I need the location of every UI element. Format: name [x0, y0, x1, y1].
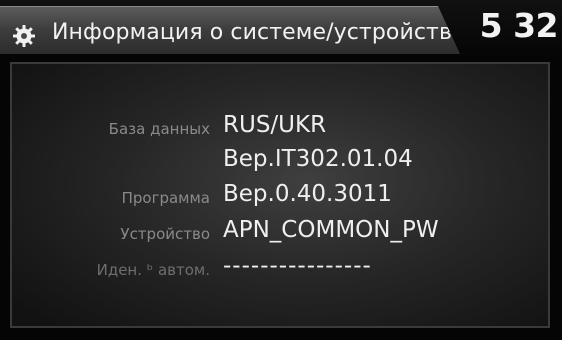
info-panel: База данных RUS/UKR Вер.IT302.01.04 Прог…	[10, 62, 550, 328]
info-row-vehicle-id: Иден. ᵇ автом. ----------------	[12, 253, 552, 285]
program-label: Программа	[121, 189, 210, 207]
vehicle-id-value: ----------------	[223, 253, 372, 279]
program-value: Вер.0.40.3011	[223, 181, 392, 207]
info-row-device: Устройство APN_COMMON_PW	[12, 217, 552, 249]
vehicle-id-label: Иден. ᵇ автом.	[96, 261, 210, 279]
gear-icon	[12, 24, 36, 48]
info-row-database: База данных RUS/UKR	[12, 112, 552, 144]
header-bar: Информация о системе/устройстве 5 32	[0, 0, 562, 56]
database-value: RUS/UKR	[223, 112, 327, 138]
device-value: APN_COMMON_PW	[223, 217, 439, 243]
title-tab: Информация о системе/устройстве	[0, 6, 460, 54]
info-row-program: Программа Вер.0.40.3011	[12, 181, 552, 213]
screen: Информация о системе/устройстве 5 32 Баз…	[0, 0, 562, 340]
info-row-database-version: Вер.IT302.01.04	[12, 146, 552, 178]
page-title: Информация о системе/устройстве	[52, 20, 466, 45]
database-label: База данных	[108, 120, 210, 138]
database-version-value: Вер.IT302.01.04	[223, 146, 413, 172]
device-label: Устройство	[120, 225, 210, 243]
clock: 5 32	[479, 6, 559, 45]
